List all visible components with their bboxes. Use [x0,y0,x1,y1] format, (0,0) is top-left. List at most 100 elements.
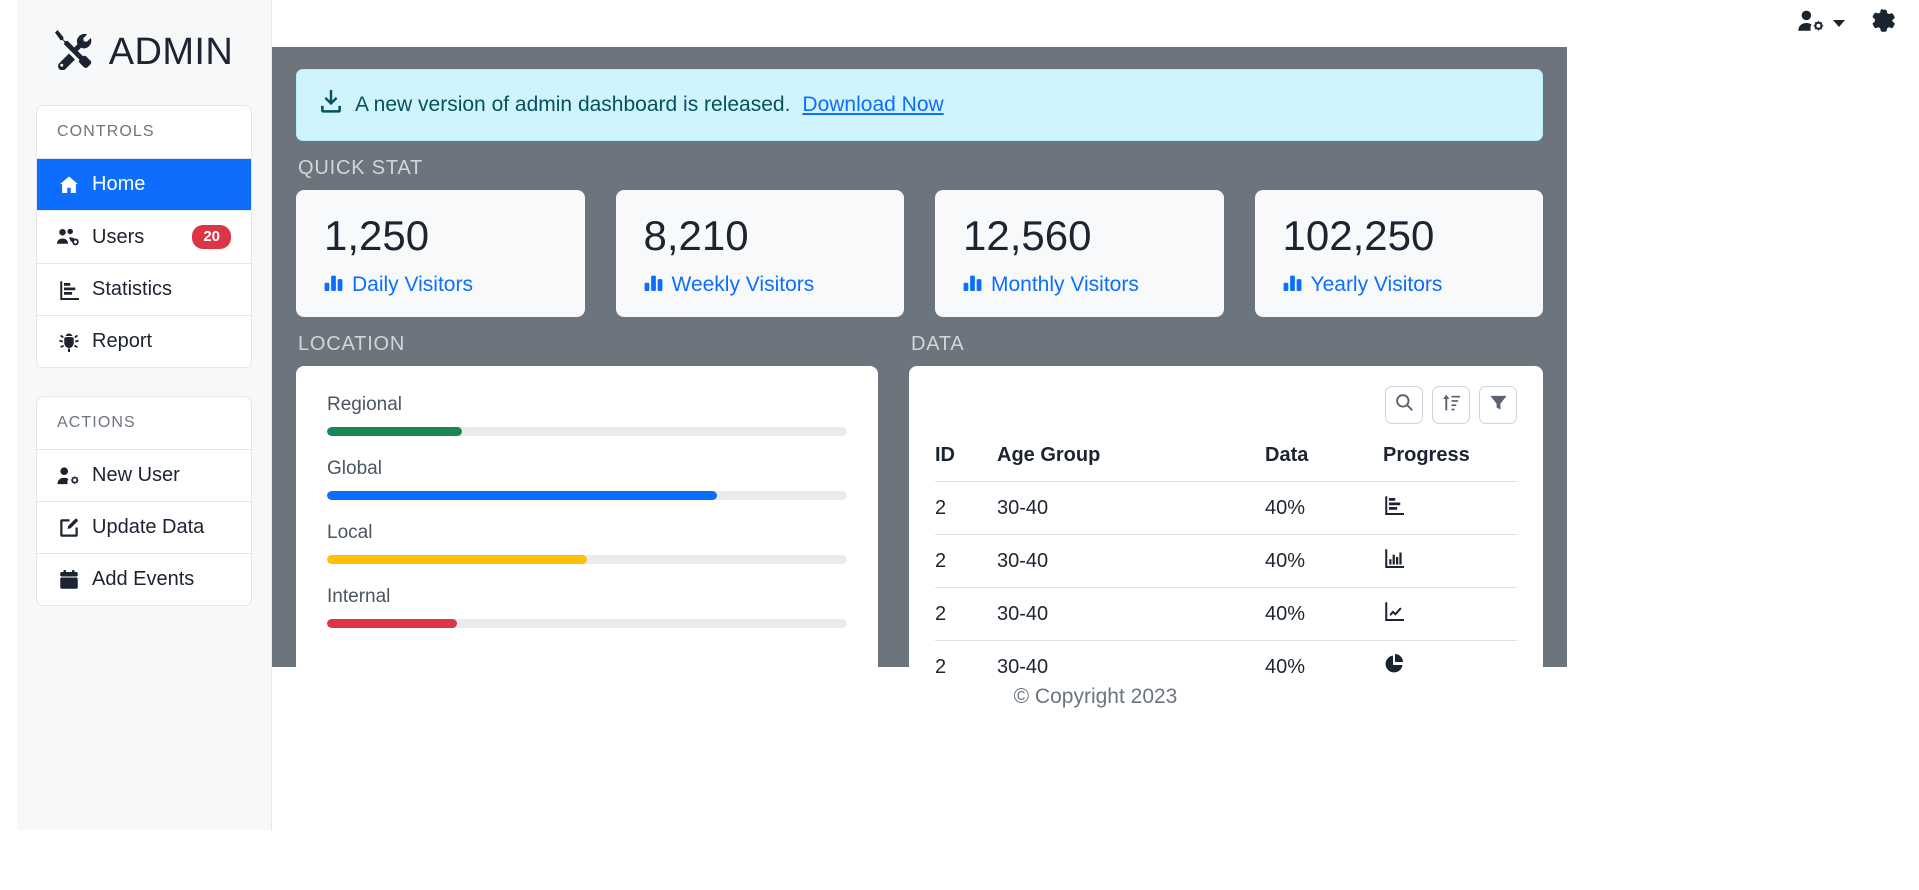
people-gear-icon [57,226,81,248]
version-alert: A new version of admin dashboard is rele… [296,69,1543,141]
cell-id: 2 [935,587,997,642]
cell-age-group: 30-40 [997,534,1265,589]
cell-progress [1383,587,1517,642]
calendar-icon [57,569,81,591]
sidebar-item-label: Home [92,173,146,195]
sidebar-item-label: Users [92,225,145,248]
download-now-link[interactable]: Download Now [802,93,943,117]
stat-card-daily[interactable]: 1,250 Daily Visitors [296,190,585,318]
copyright-text: © Copyright 2023 [1013,685,1178,708]
account-menu[interactable] [1798,9,1845,38]
sidebar-item-users[interactable]: Users 20 [37,211,251,264]
progress-fill [327,619,457,629]
quick-stat-title: QUICK STAT [298,157,424,179]
status-badge: 20 [192,225,231,249]
progress-label: Regional [327,394,402,416]
search-button[interactable] [1385,386,1423,425]
data-table: ID Age Group Data Progress 2 30-40 40% 2… [935,438,1517,693]
sidebar-item-label: Update Data [92,516,205,538]
brand-logo[interactable]: ADMIN [17,0,271,105]
progress-track[interactable] [327,491,847,501]
sidebar-item-add-events[interactable]: Add Events [37,554,251,605]
sort-button[interactable] [1432,386,1470,425]
stat-label-wrap: Daily Visitors [324,272,557,297]
sidebar-item-label: Report [92,330,153,352]
tools-icon [54,30,95,75]
download-icon [319,90,343,120]
sidebar-item-label: New User [92,464,180,486]
sidebar-item-home[interactable]: Home [37,159,251,211]
cell-id: 2 [935,481,997,536]
progress-fill [327,555,587,565]
footer: © Copyright 2023 [272,667,1919,727]
table-row[interactable]: 2 30-40 40% [935,534,1517,589]
data-panel: ID Age Group Data Progress 2 30-40 40% 2… [909,366,1543,678]
column-header-data[interactable]: Data [1265,438,1383,483]
sidebar-item-statistics[interactable]: Statistics [37,264,251,316]
sidebar-item-update-data[interactable]: Update Data [37,502,251,554]
column-header-id[interactable]: ID [935,438,997,483]
sidebar: ADMIN CONTROLS Home Users 20 Statistics … [17,0,272,830]
table-header-row: ID Age Group Data Progress [935,438,1517,483]
cell-data: 40% [1265,587,1383,642]
stat-label-wrap: Weekly Visitors [644,272,877,297]
progress-track[interactable] [327,555,847,565]
data-toolbar [935,386,1517,425]
progress-track[interactable] [327,427,847,437]
settings-button[interactable] [1871,8,1897,39]
progress-track[interactable] [327,619,847,629]
nav-group-controls: CONTROLS Home Users 20 Statistics Report [36,105,252,368]
progress-fill [327,427,463,437]
bar-chart-steps-icon [57,279,81,301]
person-gear-icon [57,465,81,487]
stat-label: Weekly Visitors [671,272,815,296]
bar-chart-steps-icon [1383,496,1405,520]
stat-value: 1,250 [324,212,430,259]
location-title: LOCATION [298,333,406,356]
graph-up-icon [1383,602,1405,626]
cell-data: 40% [1265,534,1383,589]
table-row[interactable]: 2 30-40 40% [935,587,1517,642]
column-header-age-group[interactable]: Age Group [997,438,1265,483]
sort-up-icon [1442,393,1461,417]
quick-stat-row: 1,250 Daily Visitors 8,210 Weekly Visito… [296,190,1543,318]
location-panel: Regional Global Local Internal [296,366,878,674]
column-header-progress[interactable]: Progress [1383,438,1517,483]
stat-card-yearly[interactable]: 102,250 Yearly Visitors [1254,190,1543,318]
stat-value: 12,560 [963,212,1092,259]
bar-chart-fill-icon [963,272,982,297]
filter-button[interactable] [1479,386,1517,425]
chevron-down-icon [1833,20,1845,27]
table-row[interactable]: 2 30-40 40% [935,481,1517,536]
stat-card-monthly[interactable]: 12,560 Monthly Visitors [935,190,1224,318]
search-icon [1395,393,1414,417]
cell-age-group: 30-40 [997,481,1265,536]
bar-chart-fill-icon [644,272,663,297]
cell-progress [1383,481,1517,536]
progress-label: Internal [327,586,391,608]
nav-group-actions: ACTIONS New User Update Data Add Events [36,396,252,606]
stat-value: 8,210 [643,212,749,259]
stat-label: Monthly Visitors [991,272,1139,296]
bar-chart-fill-icon [324,272,343,297]
cell-progress [1383,534,1517,589]
sidebar-item-label: Statistics [92,278,173,300]
stat-card-weekly[interactable]: 8,210 Weekly Visitors [615,190,904,318]
stat-label-wrap: Yearly Visitors [1283,272,1516,297]
bar-chart-icon [1383,549,1405,573]
filter-icon [1489,393,1508,417]
stat-value: 102,250 [1282,212,1435,259]
bug-icon [57,331,81,353]
gear-icon [1871,8,1897,39]
sidebar-item-report[interactable]: Report [37,316,251,367]
stat-label: Yearly Visitors [1310,272,1443,296]
progress-block-regional: Regional [327,394,847,437]
progress-fill [327,491,717,501]
person-gear-icon [1798,9,1826,38]
nav-header-controls: CONTROLS [37,106,251,159]
bar-chart-fill-icon [1283,272,1302,297]
pencil-square-icon [57,517,81,539]
data-title: DATA [911,333,965,356]
progress-label: Global [327,458,382,480]
sidebar-item-new-user[interactable]: New User [37,450,251,502]
